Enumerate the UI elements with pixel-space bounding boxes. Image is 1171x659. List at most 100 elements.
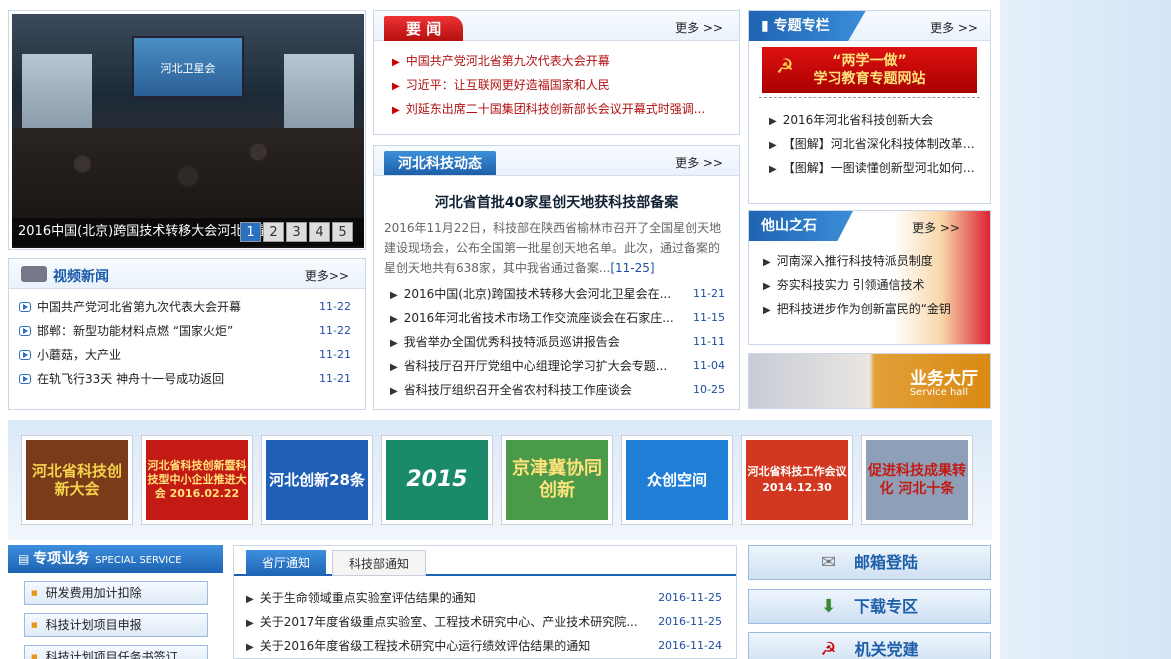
slide-page-2[interactable]: 2	[263, 222, 284, 242]
news-date: 11-22	[319, 300, 351, 313]
arrow-icon: ▶	[763, 281, 771, 292]
notice-date: 2016-11-25	[658, 591, 722, 604]
other-provinces-more-link[interactable]: 更多 >>	[912, 219, 960, 341]
list-item[interactable]: ▶ 省科技厅召开厅党组中心组理论学习扩大会专题... 11-04	[390, 354, 739, 378]
news-link[interactable]: 邯郸：新型功能材料点燃 “国家火炬”	[37, 324, 233, 338]
arrow-icon: ▶	[246, 594, 254, 605]
thumb-2015[interactable]: 2015	[381, 435, 493, 525]
news-link[interactable]: 我省举办全国优秀科技特派员巡讲报告会	[404, 335, 620, 349]
arrow-icon: ▶	[769, 140, 777, 151]
arrow-icon: ▶	[390, 362, 398, 373]
news-link[interactable]: 2016中国(北京)跨国技术转移大会河北卫星会在...	[404, 287, 671, 301]
list-item[interactable]: ▶ 2016中国(北京)跨国技术转移大会河北卫星会在... 11-21	[390, 282, 739, 306]
list-item[interactable]: ▶ 关于生命领域重点实验室评估结果的通知 2016-11-25	[246, 586, 736, 610]
thumb-label: 2015	[386, 440, 488, 520]
slide-page-1[interactable]: 1	[240, 222, 261, 242]
special-service-item[interactable]: 科技计划项目任务书签订	[24, 645, 208, 659]
article-link[interactable]: 夯实科技实力 引领通信技术	[777, 278, 925, 292]
list-item[interactable]: ▶ 我省举办全国优秀科技特派员巡讲报告会 11-11	[390, 330, 739, 354]
news-link[interactable]: 小蘑菇，大产业	[37, 348, 121, 362]
list-item[interactable]: 中国共产党河北省第九次代表大会开幕 11-22	[19, 295, 365, 319]
news-link[interactable]: 习近平：让互联网更好造福国家和人民	[406, 78, 610, 92]
topic-more-link[interactable]: 更多 >>	[930, 19, 978, 199]
headline-news-more-link[interactable]: 更多 >>	[675, 19, 723, 36]
headline-news-list: ▶ 中国共产党河北省第九次代表大会开幕 ▶ 习近平：让互联网更好造福国家和人民 ▶ 刘…	[374, 41, 739, 121]
news-link[interactable]: 中国共产党河北省第九次代表大会开幕	[406, 54, 610, 68]
stage-screen: 河北卫星会	[132, 36, 244, 98]
slide-photo[interactable]: 河北卫星会	[12, 14, 364, 248]
list-item[interactable]: 邯郸：新型功能材料点燃 “国家火炬” 11-22	[19, 319, 365, 343]
feature-thumbnail-strip: 河北省科技创新大会 河北省科技创新暨科技型中小企业推进大会 2016.02.22…	[8, 420, 992, 540]
slide-page-5[interactable]: 5	[332, 222, 353, 242]
thumb-label: 河北创新28条	[266, 440, 368, 520]
news-link[interactable]: 中国共产党河北省第九次代表大会开幕	[37, 300, 241, 314]
party-building-button[interactable]: ☭ 机关党建	[748, 632, 991, 659]
list-item[interactable]: ▶ 2016年河北省技术市场工作交流座谈会在石家庄... 11-15	[390, 306, 739, 330]
arrow-icon: ▶	[769, 164, 777, 175]
envelope-icon: ✉	[820, 552, 837, 573]
list-item[interactable]: ▶ 刘延东出席二十国集团科技创新部长会议开幕式时强调...	[392, 97, 739, 121]
arrow-icon: ▶	[763, 257, 771, 268]
tech-dynamics-more-link[interactable]: 更多 >>	[675, 154, 723, 171]
news-link[interactable]: 2016年河北省技术市场工作交流座谈会在石家庄...	[404, 311, 674, 325]
video-icon	[19, 374, 31, 384]
arrow-icon: ▶	[769, 116, 777, 127]
summary-text: 2016年11月22日，科技部在陕西省榆林市召开了全国星创天地建设现场会，公布全…	[384, 221, 722, 275]
arrow-icon: ▶	[392, 105, 400, 116]
news-link[interactable]: 省科技厅组织召开全省农村科技工作座谈会	[404, 383, 632, 397]
news-link[interactable]: 省科技厅召开厅党组中心组理论学习扩大会专题...	[404, 359, 667, 373]
article-link[interactable]: 河南深入推行科技特派员制度	[777, 254, 933, 268]
tab-ministry-notices[interactable]: 科技部通知	[332, 550, 427, 576]
video-news-list: 中国共产党河北省第九次代表大会开幕 11-22 邯郸：新型功能材料点燃 “国家火炬…	[9, 289, 365, 391]
featured-headline[interactable]: 河北省首批40家星创天地获科技部备案	[374, 192, 739, 212]
thumb-work-conference[interactable]: 河北省科技工作会议 2014.12.30	[741, 435, 853, 525]
video-icon	[19, 326, 31, 336]
thumb-sme-conference[interactable]: 河北省科技创新暨科技型中小企业推进大会 2016.02.22	[141, 435, 253, 525]
thumb-maker-space[interactable]: 众创空间	[621, 435, 733, 525]
list-item[interactable]: ▶ 省科技厅组织召开全省农村科技工作座谈会 10-25	[390, 378, 739, 402]
service-hall-banner[interactable]: 业务大厅 Service hall	[748, 353, 991, 409]
thumb-label: 河北省科技工作会议 2014.12.30	[746, 440, 848, 520]
news-date: 11-21	[319, 348, 351, 361]
thumb-jingjinji[interactable]: 京津冀协同创新	[501, 435, 613, 525]
list-item[interactable]: ▶ 中国共产党河北省第九次代表大会开幕	[392, 49, 739, 73]
notice-date: 2016-11-24	[658, 639, 722, 652]
video-icon	[19, 302, 31, 312]
thumb-innovation-conference[interactable]: 河北省科技创新大会	[21, 435, 133, 525]
tech-dynamics-header: 河北科技动态 更多 >>	[374, 146, 739, 176]
list-item[interactable]: ▶ 关于2016年度省级工程技术研究中心运行绩效评估结果的通知 2016-11-24	[246, 634, 736, 658]
tech-dynamics-title: 河北科技动态	[384, 151, 496, 175]
slide-page-4[interactable]: 4	[309, 222, 330, 242]
tab-provincial-notices[interactable]: 省厅通知	[246, 550, 327, 576]
list-item[interactable]: ▶ 关于2017年度省级重点实验室、工程技术研究中心、产业技术研究院... 2016…	[246, 610, 736, 634]
download-zone-button[interactable]: ⬇ 下载专区	[748, 589, 991, 624]
tech-dynamics-list: ▶ 2016中国(北京)跨国技术转移大会河北卫星会在... 11-21 ▶ 2016年…	[374, 278, 739, 402]
special-service-item[interactable]: 科技计划项目申报	[24, 613, 208, 637]
topic-link[interactable]: 2016年河北省科技创新大会	[783, 113, 934, 127]
notice-link[interactable]: 关于2017年度省级重点实验室、工程技术研究中心、产业技术研究院...	[260, 615, 638, 629]
other-provinces-panel: 他山之石 ▶ 河南深入推行科技特派员制度 ▶ 夯实科技实力 引领通信技术 ▶ 把科技进…	[748, 210, 991, 345]
tech-dynamics-panel: 河北科技动态 更多 >> 河北省首批40家星创天地获科技部备案 2016年11月…	[373, 145, 740, 410]
topic-column-title: ▮ 专题专栏	[749, 11, 866, 41]
mail-login-button[interactable]: ✉ 邮箱登陆	[748, 545, 991, 580]
notice-link[interactable]: 关于生命领域重点实验室评估结果的通知	[260, 591, 476, 605]
arrow-icon: ▶	[390, 290, 398, 301]
list-item[interactable]: ▶ 习近平：让互联网更好造福国家和人民	[392, 73, 739, 97]
thumb-hebei-ten-articles[interactable]: 促进科技成果转化 河北十条	[861, 435, 973, 525]
video-news-more-link[interactable]: 更多>>	[305, 267, 349, 284]
notice-link[interactable]: 关于2016年度省级工程技术研究中心运行绩效评估结果的通知	[260, 639, 591, 653]
page-side-background	[1000, 0, 1171, 659]
slide-pager: 1 2 3 4 5	[240, 222, 353, 242]
list-item[interactable]: 在轨飞行33天 神舟十一号成功返回 11-21	[19, 367, 365, 391]
slide-page-3[interactable]: 3	[286, 222, 307, 242]
news-link[interactable]: 在轨飞行33天 神舟十一号成功返回	[37, 372, 224, 386]
notices-panel: 省厅通知 科技部通知 ▶ 关于生命领域重点实验室评估结果的通知 2016-11-25…	[233, 545, 737, 659]
photo-slideshow[interactable]: 河北卫星会 2016中国(北京)跨国技术转移大会河北卫星会 1 2 3 4 5	[8, 10, 366, 250]
thumb-label: 众创空间	[626, 440, 728, 520]
summary-date-link[interactable]: [11-25]	[610, 261, 654, 275]
stage-screen-text: 河北卫星会	[160, 62, 216, 75]
list-item[interactable]: 小蘑菇，大产业 11-21	[19, 343, 365, 367]
special-service-item[interactable]: 研发费用加计扣除	[24, 581, 208, 605]
news-link[interactable]: 刘延东出席二十国集团科技创新部长会议开幕式时强调...	[406, 102, 705, 116]
thumb-28-articles[interactable]: 河北创新28条	[261, 435, 373, 525]
